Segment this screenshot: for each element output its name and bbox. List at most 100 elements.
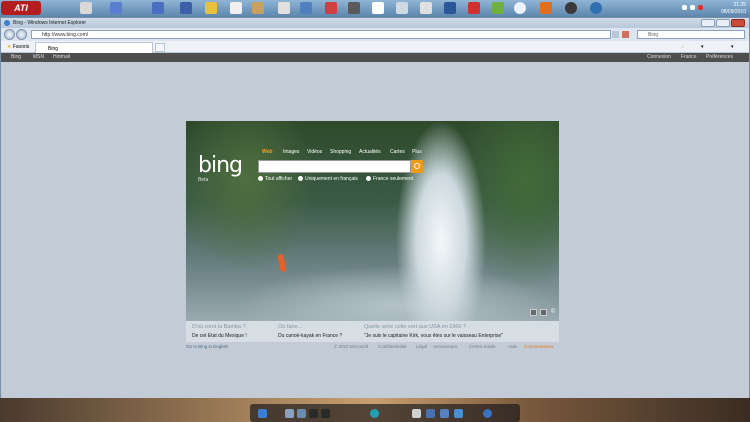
folder-icon[interactable] [205, 2, 217, 14]
tools-menu-button[interactable]: ▾ [731, 41, 734, 53]
network-icon[interactable] [396, 2, 408, 14]
app-icon[interactable] [321, 409, 330, 418]
browser-window: Bing - Windows Internet Explorer http://… [0, 17, 750, 399]
footer-copyright: © 2010 Microsoft [334, 344, 369, 349]
close-button[interactable] [731, 19, 745, 27]
footer-link-advertisers[interactable]: Annonceurs [433, 344, 457, 349]
paint-icon[interactable] [372, 2, 384, 14]
previous-image-button[interactable] [530, 309, 537, 316]
link-bing[interactable]: Bing [11, 53, 21, 62]
ie-logo-icon [4, 20, 10, 26]
radio-dot-icon [258, 176, 263, 182]
title-bar: Bing - Windows Internet Explorer [1, 18, 749, 28]
internet-explorer-icon[interactable] [483, 409, 492, 418]
volume-icon[interactable] [690, 5, 695, 10]
app-icon[interactable] [152, 2, 164, 14]
app-icon[interactable] [565, 2, 577, 14]
info-question-1[interactable]: D'où vient la Bamba ? [192, 324, 246, 330]
tab-label: Bing [48, 46, 59, 52]
app-icon[interactable] [285, 409, 294, 418]
footer-link-feedback[interactable]: Commentaires [524, 344, 553, 349]
app-icon[interactable] [309, 409, 318, 418]
link-connexion[interactable]: Connexion [647, 53, 671, 62]
radio-france[interactable]: France seulement [366, 176, 413, 182]
nav-images[interactable]: Images [283, 149, 299, 155]
nav-actualites[interactable]: Actualités [359, 149, 381, 155]
app-icon[interactable] [590, 2, 602, 14]
clock[interactable]: 21:35 08/09/2010 [706, 0, 746, 17]
info-answer-1[interactable]: De cet Etat du Mexique ! [192, 333, 247, 339]
address-bar[interactable]: http://www.bing.com/ [31, 30, 611, 39]
nav-web[interactable]: Web [262, 149, 272, 155]
info-answer-2[interactable]: Du canoë-kayak en France ? [278, 333, 342, 339]
info-answer-3[interactable]: "Je suis le capitaine Kirk, vous êtes su… [364, 333, 503, 339]
document-icon[interactable] [230, 2, 242, 14]
stop-button[interactable] [622, 31, 629, 38]
app-icon[interactable] [258, 409, 267, 418]
app-icon[interactable] [297, 409, 306, 418]
search-input[interactable]: Bing [637, 30, 745, 39]
tray-icon[interactable] [698, 5, 703, 10]
page-menu-button[interactable]: ▾ [701, 41, 704, 53]
app-icon[interactable] [468, 2, 480, 14]
next-image-button[interactable] [540, 309, 547, 316]
link-english[interactable]: Go to Bing in English [186, 344, 228, 349]
radio-all[interactable]: Tout afficher [258, 176, 292, 182]
new-tab-button[interactable] [155, 43, 165, 52]
copyright-icon[interactable]: © [551, 309, 555, 315]
taskbar: ATI 21:35 08/09/2010 [0, 0, 750, 17]
maximize-button[interactable] [716, 19, 730, 27]
app-icon[interactable] [370, 409, 379, 418]
app-icon[interactable] [420, 2, 432, 14]
nav-cartes[interactable]: Cartes [390, 149, 405, 155]
download-icon[interactable] [454, 409, 463, 418]
radio-french[interactable]: Uniquement en français [298, 176, 358, 182]
footer-link-help-center[interactable]: Centre d'aide [469, 344, 496, 349]
link-hotmail[interactable]: Hotmail [53, 53, 70, 62]
media-player-icon[interactable] [540, 2, 552, 14]
search-button[interactable] [411, 160, 423, 173]
home-icon[interactable]: ⌂ [681, 41, 684, 53]
app-icon[interactable] [426, 409, 435, 418]
start-button[interactable]: ATI [1, 1, 41, 15]
app-icon[interactable] [412, 409, 421, 418]
word-icon[interactable] [444, 2, 456, 14]
forward-button[interactable] [16, 29, 27, 40]
bing-logo[interactable]: bing [198, 153, 243, 178]
bing-search-input[interactable] [258, 160, 411, 173]
internet-explorer-icon[interactable] [514, 2, 526, 14]
search-icon [414, 163, 420, 169]
computer-icon[interactable] [80, 2, 92, 14]
radio-all-label: Tout afficher [265, 176, 293, 182]
nav-videos[interactable]: Vidéos [307, 149, 322, 155]
network-icon[interactable] [110, 2, 122, 14]
back-button[interactable] [4, 29, 15, 40]
nav-shopping[interactable]: Shopping [330, 149, 351, 155]
app-icon[interactable] [300, 2, 312, 14]
tools-icon[interactable] [252, 2, 264, 14]
nav-plus[interactable]: Plus [412, 149, 422, 155]
link-preferences[interactable]: Préférences [706, 53, 733, 62]
footer-link-legal[interactable]: Légal [416, 344, 427, 349]
monitor-icon[interactable] [180, 2, 192, 14]
info-question-3[interactable]: Quelle série culte sort aux USA en 1966 … [364, 324, 466, 330]
radio-french-label: Uniquement en français [305, 176, 358, 182]
footer-link-help[interactable]: Aide [508, 344, 517, 349]
minimize-button[interactable] [701, 19, 715, 27]
tab-bing[interactable]: Bing [35, 42, 153, 53]
media-icon[interactable] [325, 2, 337, 14]
favorites-button[interactable]: ★ Favoris [7, 41, 29, 53]
app-icon[interactable] [278, 2, 290, 14]
link-msn[interactable]: MSN [33, 53, 44, 62]
footer-link-privacy[interactable]: Confidentialité [378, 344, 407, 349]
info-question-2[interactable]: Où faire... [278, 324, 302, 330]
star-icon: ★ [7, 44, 12, 50]
refresh-button[interactable] [612, 31, 619, 38]
tray-icon[interactable] [682, 5, 687, 10]
kayak-hotspot[interactable] [277, 253, 287, 273]
app-icon[interactable] [440, 409, 449, 418]
link-france[interactable]: France [681, 53, 697, 62]
music-icon[interactable] [348, 2, 360, 14]
hero-image: bing Beta Web Images Vidéos Shopping Act… [186, 121, 559, 321]
app-icon[interactable] [492, 2, 504, 14]
